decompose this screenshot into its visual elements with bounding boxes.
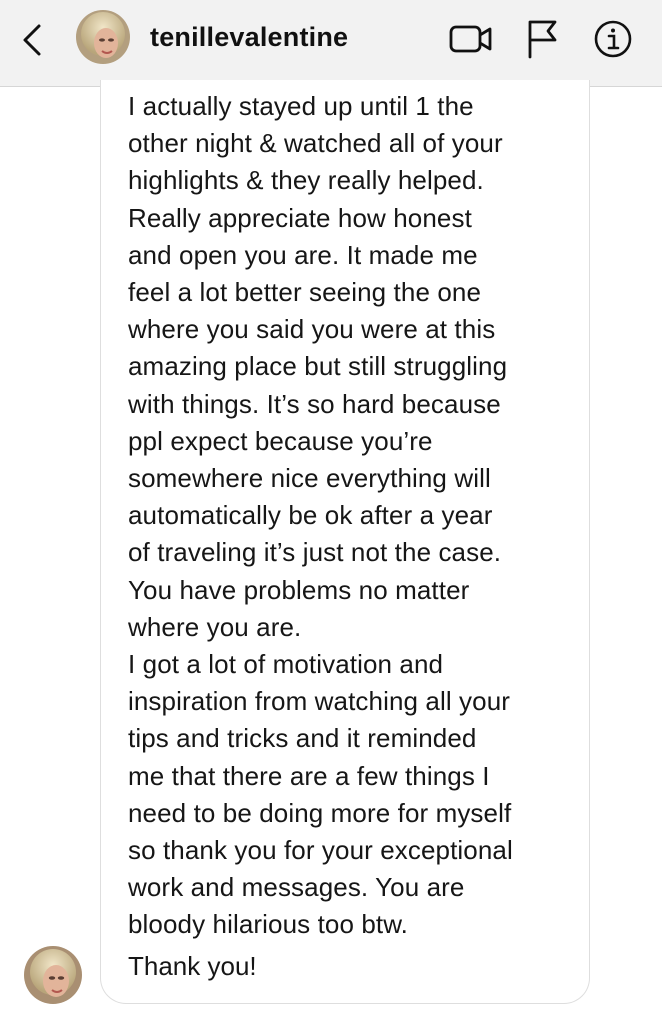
video-camera-icon [449,25,492,53]
info-button[interactable] [590,16,636,62]
video-call-button[interactable] [448,16,494,62]
back-button[interactable] [14,20,50,60]
info-icon [594,20,632,58]
flag-icon [528,20,557,59]
report-button[interactable] [519,16,565,62]
message-last-line: Thank you! [128,951,257,981]
thread-username[interactable]: tenillevalentine [150,22,348,53]
message-text: I actually stayed up until 1 the other n… [128,91,513,940]
header-avatar[interactable] [76,10,130,64]
chevron-left-icon [23,24,41,56]
sender-avatar[interactable] [24,946,82,1004]
thread-header: tenillevalentine [0,0,662,87]
dm-thread-screen: tenillevalentine I actually stayed up un… [0,0,662,1024]
